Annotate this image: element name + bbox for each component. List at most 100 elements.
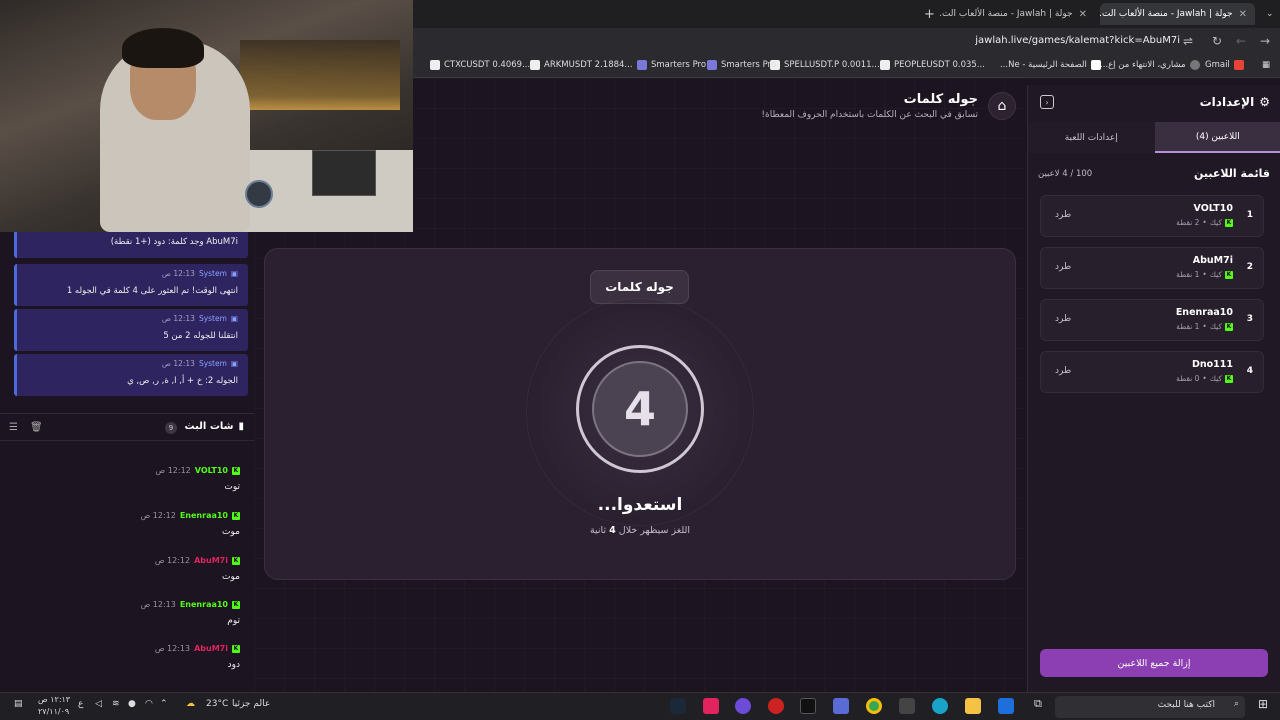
player-row: 3 Enenraa10 K كيك • 1 نقطة طرد [1040,299,1264,341]
player-rank: 2 [1246,262,1253,272]
new-tab-icon[interactable]: + [916,3,943,25]
chat-count-badge: 9 [165,422,177,434]
home-button[interactable]: ⌂ [988,92,1016,120]
player-row: 2 AbuM7i K كيك • 1 نقطة طرد [1040,247,1264,289]
browser-tab[interactable]: ✕ جولة | Jawlah - منصة الألعاب الت.. [940,3,1095,25]
forward-icon[interactable]: ← [1236,34,1246,48]
kick-icon: K [1225,218,1233,227]
close-tab-icon[interactable]: ✕ [1239,9,1247,20]
edge-icon[interactable] [932,698,948,714]
webcam-shelf [240,40,400,110]
browser-tab-active[interactable]: ✕ جولة | Jawlah - منصة الألعاب الت.. [1100,3,1255,25]
chat-message-text: دود [227,660,240,670]
filter-icon[interactable]: ☰ [9,422,18,433]
notifications-icon[interactable]: ▤ [14,699,23,709]
back-icon[interactable]: → [1260,34,1270,48]
wifi-icon[interactable]: ≋ [112,699,120,709]
windows-start-icon[interactable]: ⊞ [1258,697,1268,711]
clock-time[interactable]: ١٢:١٣ ص [38,695,70,704]
tab-players[interactable]: اللاعبين (4) [1154,122,1280,153]
outlook-icon[interactable] [998,698,1014,714]
taskbar-search[interactable]: اكتب هنا للبحث ⌕ [1055,696,1245,718]
bookmark-item[interactable]: Smarters Pro [637,60,706,70]
trash-icon[interactable]: 🗑 [30,422,43,433]
file-explorer-icon[interactable] [965,698,981,714]
chrome-icon[interactable] [866,698,882,714]
bookmark-item[interactable]: SPELLUSDT.P 0.0011... [770,60,880,70]
kick-icon: K [232,600,240,609]
bookmark-item[interactable]: PEOPLEUSDT 0.035... [880,60,985,70]
store-icon[interactable] [899,698,915,714]
tradingview-icon [880,60,890,70]
remove-all-players-button[interactable]: إزالة جميع اللاعبين [1040,649,1268,677]
network-icon[interactable]: ◠ [145,699,153,709]
reload-icon[interactable]: ↻ [1212,34,1222,48]
windows-taskbar: ⊞ اكتب هنا للبحث ⌕ ⧉ عالم جزئيا 23°C ☁ ⌃… [0,692,1280,720]
close-tab-icon[interactable]: ✕ [1079,9,1087,20]
system-message-text: AbuM7i وجد كلمة: دود (+1 نقطة) [110,237,238,247]
bookmark-item[interactable]: ARKMUSDT 2.1884... [530,60,633,70]
kick-player-button[interactable]: طرد [1055,314,1071,324]
tab-game-settings[interactable]: إعدادات اللعبة [1028,122,1155,153]
language-indicator[interactable]: ع [78,699,83,709]
system-message-text: انتهى الوقت! تم العثور على 4 كلمة في الج… [66,286,238,296]
player-rank: 1 [1246,210,1253,220]
webcam-hair [122,28,204,68]
left-sidebar: AbuM7i وجد كلمة: دود (+1 نقطة) ▣ System 12… [0,230,254,692]
system-message: ▣ System 12:13 ص انتقلنا للجوله 2 من 5 [14,309,248,351]
kick-player-button[interactable]: طرد [1055,262,1071,272]
tray-chevron-icon[interactable]: ⌃ [160,699,168,709]
weather-label[interactable]: عالم جزئيا [232,699,270,709]
player-meta: K كيك • 1 نقطة [1176,270,1233,279]
task-view-icon[interactable]: ⧉ [1034,697,1042,711]
chat-message-meta: K AbuM7i 12:12 ص [154,556,240,565]
bookmark-item[interactable]: مشاري، الانتهاء من إع... [1100,60,1200,70]
apps-icon[interactable]: ▦ [1262,60,1270,70]
microphone-tray-icon[interactable]: ● [128,699,136,709]
chat-title: ▮ شات البث [184,421,245,432]
url-field[interactable]: jawlah.live/games/kalemat?kick=AbuM7i [975,35,1180,46]
settings-tabs: اللاعبين (4) إعدادات اللعبة [1028,122,1280,153]
bot-icon: ▣ [230,269,238,278]
collapse-panel-icon[interactable]: › [1040,95,1054,109]
search-icon: ⌕ [1233,699,1239,709]
site-settings-icon[interactable]: ⇌ [1183,34,1193,48]
app-icon[interactable] [735,698,751,714]
tiktok-icon[interactable] [800,698,816,714]
bookmark-item[interactable]: الصفحة الرئيسية - Ne... [1000,60,1101,70]
bookmark-item[interactable]: Smarters Pro [707,60,776,70]
kick-icon: K [232,644,240,653]
countdown-hint: اللغز سيظهر خلال 4 ثانية [589,525,691,536]
kick-player-button[interactable]: طرد [1055,366,1071,376]
weather-temp[interactable]: 23°C [206,699,228,709]
bookmark-item[interactable]: CTXCUSDT 0.4069... [430,60,530,70]
kick-player-button[interactable]: طرد [1055,210,1071,220]
smarters-icon [637,60,647,70]
steam-icon[interactable] [670,698,686,714]
app-icon[interactable] [833,698,849,714]
system-message-text: الجوله 2: خ + أ, ا, ة, ر, ص, ي [127,376,238,386]
volume-icon[interactable]: ◁ [95,699,102,709]
system-message: ▣ System 12:13 ص انتهى الوقت! تم العثور عل… [14,264,248,306]
ready-heading: استعدوا... [597,495,683,515]
chat-header: ▮ شات البث 9 🗑 ☰ [0,413,254,441]
players-list-title: قائمة اللاعبين [1194,167,1270,180]
bookmark-gmail[interactable]: Gmail [1205,60,1244,70]
chat-message-meta: K AbuM7i 12:13 ص [154,644,240,653]
tiktok-live-icon[interactable] [703,698,719,714]
gear-icon: ⚙ [1259,95,1270,109]
microphone-icon [245,180,273,208]
player-meta: K كيك • 1 نقطة [1176,322,1233,331]
bot-icon: ▣ [230,359,238,368]
kick-icon: K [1225,374,1233,383]
webcam-overlay [0,0,413,232]
system-message-header: ▣ System 12:13 ص [161,269,238,278]
site-icon [1090,60,1101,70]
tab-search-icon[interactable]: ⌄ [1258,3,1280,25]
weather-icon: ☁ [186,699,195,709]
gmail-icon [1233,60,1244,70]
player-rank: 4 [1246,366,1253,376]
chat-message-text: توم [227,616,240,626]
app-icon[interactable] [768,698,784,714]
clock-date[interactable]: ٢٧/١١/٠٩ [38,707,69,716]
